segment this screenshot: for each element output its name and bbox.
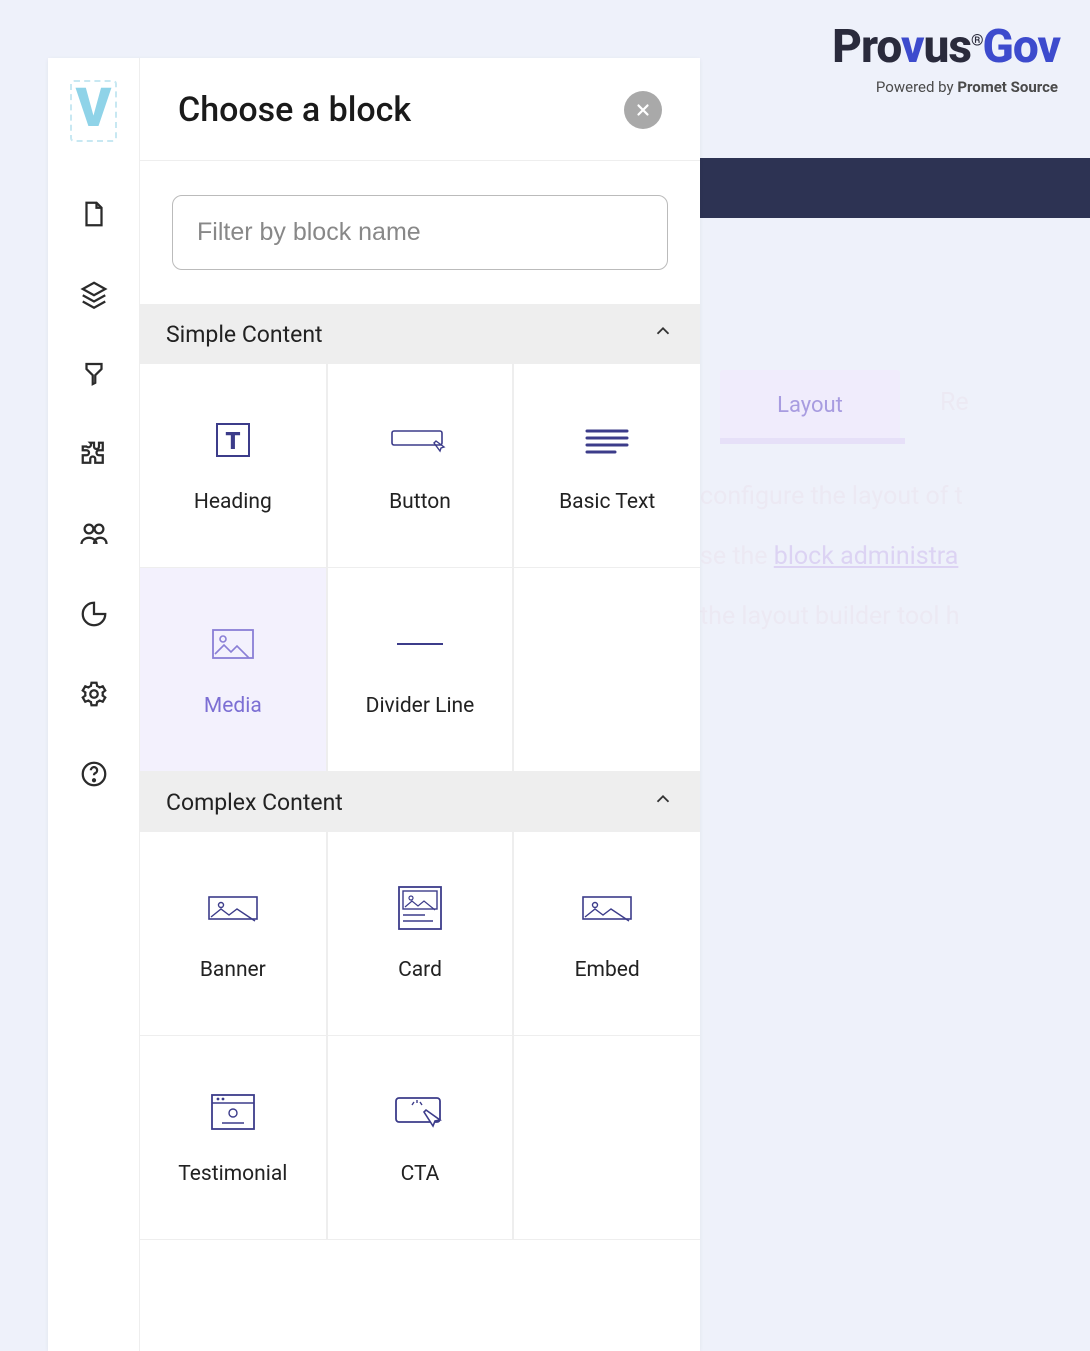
close-button[interactable] [624,91,662,129]
dialog-scroll[interactable]: Simple Content T Heading Button [140,161,700,1351]
app-shell: V Choose a block [48,58,700,1351]
complex-content-grid: Banner Card Embed [140,832,700,1240]
section-simple-content[interactable]: Simple Content [140,304,700,364]
rail-logo: V [70,80,118,142]
block-label: Banner [200,958,266,982]
block-label: Basic Text [559,490,655,514]
section-title: Simple Content [166,321,323,348]
block-testimonial[interactable]: Testimonial [140,1036,327,1240]
dialog-header: Choose a block [140,58,700,161]
brand-logo: Provus®Gov [832,24,1060,70]
choose-block-dialog: Choose a block Simple Content T [140,58,700,1351]
block-card[interactable]: Card [327,832,514,1036]
block-label: Embed [575,958,640,982]
cta-icon [392,1090,448,1134]
bg-line2: se the block administra [700,542,958,571]
button-icon [390,418,450,462]
empty-cell [513,1036,700,1240]
simple-content-grid: T Heading Button Basic Text [140,364,700,772]
bg-line1: configure the layout of t [700,482,963,511]
block-label: Media [204,694,262,718]
rail-report-icon[interactable] [76,596,112,632]
image-icon [211,622,255,666]
chevron-up-icon [652,320,674,348]
bg-tab-re: Re [940,388,969,417]
banner-icon [207,886,259,930]
block-basic-text[interactable]: Basic Text [513,364,700,568]
rail-users-icon[interactable] [76,516,112,552]
chevron-up-icon [652,788,674,816]
heading-icon: T [211,418,255,462]
rail-settings-icon[interactable] [76,676,112,712]
divider-icon [395,622,445,666]
block-media[interactable]: Media [140,568,327,772]
left-rail: V [48,58,140,1351]
bg-line3: the layout builder tool h [700,602,959,631]
block-heading[interactable]: T Heading [140,364,327,568]
block-label: Testimonial [178,1162,287,1186]
text-icon [583,418,631,462]
block-banner[interactable]: Banner [140,832,327,1036]
bg-tab-underline [720,438,905,444]
rail-layers-icon[interactable] [76,276,112,312]
block-label: Divider Line [366,694,475,718]
block-divider[interactable]: Divider Line [327,568,514,772]
block-button[interactable]: Button [327,364,514,568]
bg-tab-layout: Layout [720,370,900,440]
block-label: CTA [401,1162,440,1186]
testimonial-icon [208,1090,258,1134]
rail-help-icon[interactable] [76,756,112,792]
block-label: Card [398,958,442,982]
embed-icon [581,886,633,930]
dialog-title: Choose a block [178,90,411,130]
rail-page-icon[interactable] [76,196,112,232]
block-cta[interactable]: CTA [327,1036,514,1240]
rail-filter-icon[interactable] [76,356,112,392]
card-icon [395,886,445,930]
block-embed[interactable]: Embed [513,832,700,1036]
block-label: Button [389,490,451,514]
empty-cell [513,568,700,772]
section-complex-content[interactable]: Complex Content [140,772,700,832]
filter-input[interactable] [172,195,668,270]
section-title: Complex Content [166,789,343,816]
bg-nav-bar [700,158,1090,218]
svg-text:T: T [225,427,240,455]
rail-plugin-icon[interactable] [76,436,112,472]
powered-by: Powered by Promet Source [876,78,1058,96]
block-label: Heading [194,490,272,514]
